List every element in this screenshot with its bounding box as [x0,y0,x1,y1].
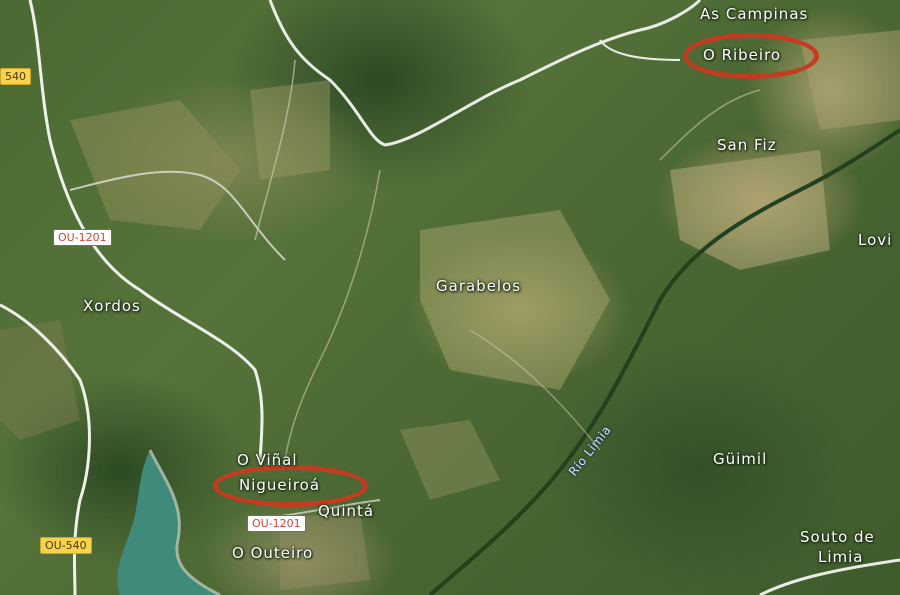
road-shield-ou1201-left: OU-1201 [53,229,112,246]
place-label-quinta[interactable]: Quintá [318,502,374,520]
satellite-map[interactable]: 540 OU-1201 OU-1201 OU-540 As Campinas O… [0,0,900,595]
track [254,59,296,241]
place-label-o-vinal[interactable]: O Viñal [237,451,298,469]
place-label-o-outeiro[interactable]: O Outeiro [232,544,313,562]
road [268,0,702,147]
place-label-guimil[interactable]: Güimil [713,450,767,468]
road-shield-ou540-bottom: OU-540 [40,537,92,554]
place-label-nigueiroa[interactable]: Nigueiroá [239,476,320,494]
place-label-souto-de[interactable]: Souto de [800,528,875,546]
track [69,170,286,261]
track [284,169,381,461]
track [469,329,601,451]
place-label-san-fiz[interactable]: San Fiz [717,136,777,154]
place-label-limia[interactable]: Limia [818,548,864,566]
place-label-lovi[interactable]: Lovi [858,231,892,249]
place-label-xordos[interactable]: Xordos [83,297,141,315]
road-shield-ou1201-bottom: OU-1201 [247,515,306,532]
road-shield-ou540-top: 540 [0,68,31,85]
road [599,39,681,61]
place-label-as-campinas[interactable]: As Campinas [700,5,808,23]
place-label-o-ribeiro[interactable]: O Ribeiro [703,46,781,64]
place-label-garabelos[interactable]: Garabelos [436,277,521,295]
